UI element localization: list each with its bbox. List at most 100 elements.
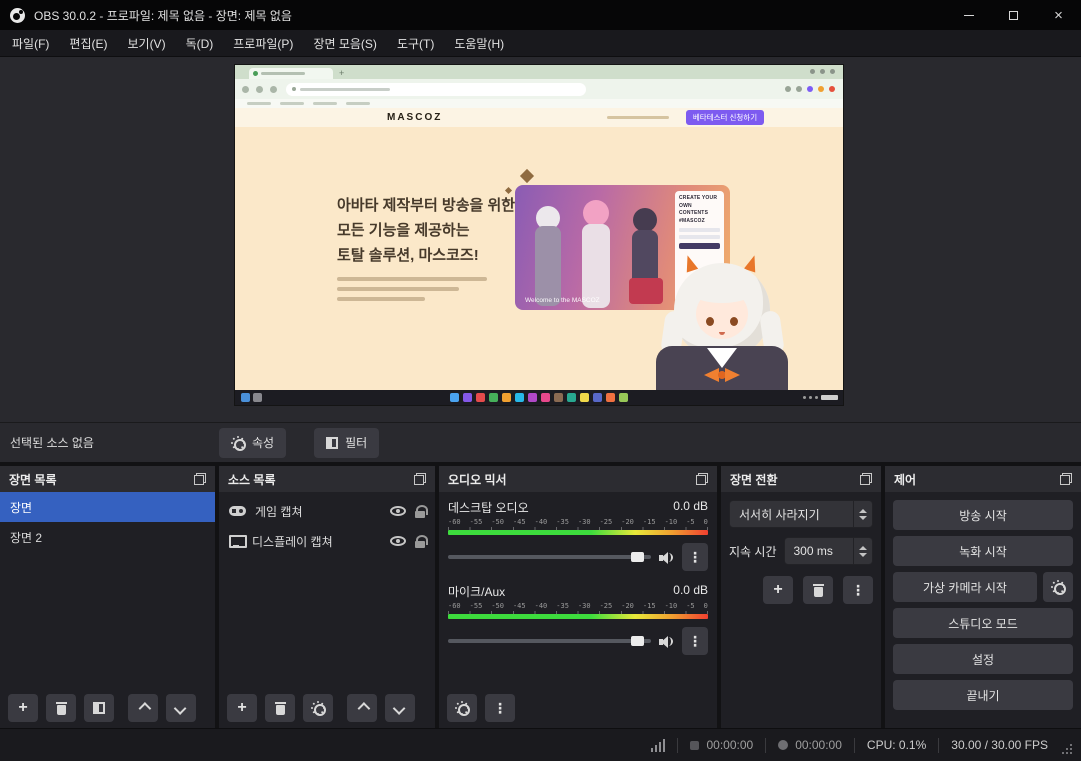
add-source-button[interactable]: +	[227, 694, 257, 722]
channel-menu-button[interactable]: ⋮	[682, 627, 708, 655]
remove-scene-button[interactable]	[46, 694, 76, 722]
dock-title-label: 제어	[894, 471, 916, 488]
source-item[interactable]: 게임 캡쳐	[219, 496, 435, 526]
meter-scale: -60-55-50-45-40-35-30-25-20-15-10-50	[448, 602, 708, 610]
menu-edit[interactable]: 편집(E)	[59, 30, 117, 56]
popout-icon[interactable]	[696, 473, 708, 485]
duration-value: 300 ms	[794, 544, 833, 558]
mixer-menu-button[interactable]: ⋮	[485, 694, 515, 722]
channel-header: 데스크탑 오디오 0.0 dB	[448, 499, 708, 516]
popout-icon[interactable]	[1060, 473, 1072, 485]
statusbar-separator	[854, 738, 855, 753]
statusbar-separator	[765, 738, 766, 753]
volume-slider[interactable]	[448, 639, 651, 643]
popout-icon[interactable]	[194, 473, 206, 485]
menu-scene-collection[interactable]: 장면 모음(S)	[303, 30, 387, 56]
minimize-button[interactable]	[946, 0, 991, 30]
new-tab-icon: +	[339, 68, 344, 79]
slider-handle[interactable]	[631, 636, 644, 646]
scene-item[interactable]: 장면 2	[0, 522, 215, 552]
titlebar[interactable]: OBS 30.0.2 - 프로파일: 제목 없음 - 장면: 제목 없음 ×	[0, 0, 1081, 30]
kebab-icon: ⋮	[851, 583, 865, 597]
menu-file[interactable]: 파일(F)	[2, 30, 59, 56]
close-button[interactable]: ×	[1036, 0, 1081, 30]
transition-value: 서서히 사라지기	[739, 506, 820, 523]
remove-source-button[interactable]	[265, 694, 295, 722]
maximize-button[interactable]	[991, 0, 1036, 30]
properties-button[interactable]: 속성	[219, 428, 286, 458]
move-scene-down-button[interactable]	[166, 694, 196, 722]
add-scene-button[interactable]: +	[8, 694, 38, 722]
forward-icon	[256, 86, 263, 93]
channel-header: 마이크/Aux 0.0 dB	[448, 583, 708, 600]
slider-handle[interactable]	[631, 552, 644, 562]
preview-region: +	[0, 57, 1081, 422]
maximize-icon	[1009, 11, 1018, 20]
site-headline: 아바타 제작부터 방송을 위한 모든 기능을 제공하는 토탈 솔루션, 마스코즈…	[337, 193, 515, 268]
browser-tab	[249, 68, 333, 79]
filter-icon	[326, 437, 338, 449]
menu-help[interactable]: 도움말(H)	[444, 30, 514, 56]
filters-button[interactable]: 필터	[314, 428, 379, 458]
scene-item[interactable]: 장면	[0, 492, 215, 522]
source-label: 게임 캡쳐	[255, 503, 381, 520]
scene-filters-button[interactable]	[84, 694, 114, 722]
close-icon: ×	[1054, 8, 1063, 23]
fps-indicator: 30.00 / 30.00 FPS	[951, 738, 1048, 752]
character-figure	[573, 200, 619, 308]
popout-icon[interactable]	[860, 473, 872, 485]
beta-signup-button: 베타테스터 신청하기	[686, 110, 764, 125]
source-properties-button[interactable]	[303, 694, 333, 722]
sources-dock: 소스 목록 게임 캡쳐 디스플레이 캡쳐 +	[219, 466, 435, 728]
speaker-icon[interactable]	[659, 551, 674, 564]
transition-menu-button[interactable]: ⋮	[843, 576, 873, 604]
advanced-audio-button[interactable]	[447, 694, 477, 722]
studio-mode-button[interactable]: 스튜디오 모드	[893, 608, 1073, 638]
source-context-toolbar: 선택된 소스 없음 속성 필터	[0, 422, 1081, 462]
start-virtual-camera-button[interactable]: 가상 카메라 시작	[893, 572, 1037, 602]
lock-icon[interactable]	[415, 535, 425, 548]
controls-dock-title: 제어	[885, 466, 1081, 492]
menu-tools[interactable]: 도구(T)	[387, 30, 444, 56]
start-streaming-button[interactable]: 방송 시작	[893, 500, 1073, 530]
source-item[interactable]: 디스플레이 캡쳐	[219, 526, 435, 556]
preview-canvas[interactable]: +	[235, 65, 843, 405]
add-transition-button[interactable]: +	[763, 576, 793, 604]
move-source-down-button[interactable]	[385, 694, 415, 722]
statusbar: 00:00:00 00:00:00 CPU: 0.1% 30.00 / 30.0…	[0, 728, 1081, 761]
channel-level: 0.0 dB	[673, 583, 708, 600]
site-body: 아바타 제작부터 방송을 위한 모든 기능을 제공하는 토탈 솔루션, 마스코즈…	[235, 127, 843, 390]
headline-line: 토탈 솔루션, 마스코즈!	[337, 243, 515, 268]
stream-time: 00:00:00	[690, 738, 753, 752]
duration-spinner[interactable]	[853, 538, 872, 564]
visibility-icon[interactable]	[390, 506, 406, 516]
popout-icon[interactable]	[414, 473, 426, 485]
start-recording-button[interactable]: 녹화 시작	[893, 536, 1073, 566]
cpu-usage: CPU: 0.1%	[867, 738, 926, 752]
exit-button[interactable]: 끝내기	[893, 680, 1073, 710]
menu-view[interactable]: 보기(V)	[117, 30, 175, 56]
menu-docks[interactable]: 독(D)	[176, 30, 224, 56]
mixer-dock-title: 오디오 믹서	[439, 466, 717, 492]
resize-grip[interactable]	[1060, 742, 1073, 755]
settings-button[interactable]: 설정	[893, 644, 1073, 674]
speaker-icon[interactable]	[659, 635, 674, 648]
trash-icon	[56, 702, 67, 715]
virtual-camera-settings-button[interactable]	[1043, 572, 1073, 602]
transition-select[interactable]: 서서히 사라지기	[729, 500, 873, 528]
move-scene-up-button[interactable]	[128, 694, 158, 722]
source-label: 디스플레이 캡쳐	[252, 533, 381, 550]
volume-slider[interactable]	[448, 555, 651, 559]
url-placeholder	[300, 88, 390, 91]
kebab-icon: ⋮	[493, 701, 507, 715]
channel-menu-button[interactable]: ⋮	[682, 543, 708, 571]
combo-spinner[interactable]	[853, 501, 872, 527]
menu-profile[interactable]: 프로파일(P)	[223, 30, 303, 56]
spin-up-icon	[859, 546, 867, 550]
window-title: OBS 30.0.2 - 프로파일: 제목 없음 - 장면: 제목 없음	[34, 7, 292, 24]
lock-icon[interactable]	[415, 505, 425, 518]
duration-input[interactable]: 300 ms	[784, 537, 874, 565]
move-source-up-button[interactable]	[347, 694, 377, 722]
visibility-icon[interactable]	[390, 536, 406, 546]
remove-transition-button[interactable]	[803, 576, 833, 604]
